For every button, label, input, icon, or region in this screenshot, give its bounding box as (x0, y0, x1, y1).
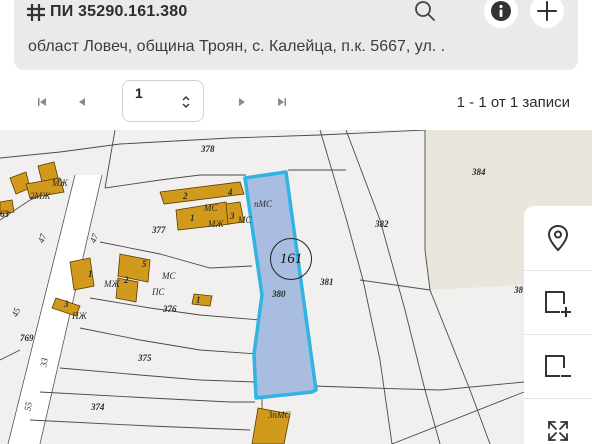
map-label: 378 (201, 144, 215, 154)
building-label: МЖ (52, 178, 68, 188)
first-page-button[interactable] (32, 92, 52, 112)
building-label: 1 (196, 295, 201, 305)
building-label: 3 (64, 299, 69, 309)
building-label: ПЖ (72, 311, 87, 321)
building-label: 2МЖ (30, 191, 51, 201)
select-add-icon (545, 290, 571, 317)
building-label: 4 (228, 187, 233, 197)
property-address: област Ловеч, община Троян, с. Калейца, … (28, 38, 446, 55)
next-page-button[interactable] (232, 92, 252, 112)
last-page-button[interactable] (272, 92, 292, 112)
building-label: МС (204, 203, 218, 213)
previous-page-button[interactable] (72, 92, 92, 112)
chevron-up-down-icon (181, 95, 191, 114)
map-label: 375 (138, 353, 152, 363)
expand-icon (548, 420, 568, 441)
last-page-icon (278, 98, 286, 106)
map-label: 55 (22, 401, 34, 412)
next-page-icon (239, 98, 245, 106)
building-label: МЖ (208, 219, 224, 229)
add-to-selection-button[interactable] (524, 270, 592, 334)
cadastral-map[interactable]: 378 384 382 381 380 377 376 375 374 769 … (0, 130, 592, 444)
cadastre-layer (0, 130, 592, 444)
plus-icon (537, 1, 557, 21)
info-icon (491, 1, 511, 21)
building-label: ПС (152, 287, 165, 297)
building-label: 5 (142, 259, 147, 269)
map-label: 380 (272, 289, 286, 299)
building-label: МС (162, 271, 176, 281)
property-title-row: ПИ 35290.161.380 (26, 0, 187, 24)
map-label: 377 (152, 225, 166, 235)
building-label: МС (238, 215, 252, 225)
building-label: 1 (88, 269, 93, 279)
first-page-icon (38, 98, 46, 106)
building-label: пМС (254, 199, 272, 209)
map-label: 38 (514, 285, 523, 295)
property-title: ПИ 35290.161.380 (50, 3, 188, 20)
map-label: 33 (38, 357, 50, 368)
page-select-value: 1 (135, 85, 143, 101)
previous-page-icon (79, 98, 85, 106)
remove-from-selection-button[interactable] (524, 334, 592, 398)
map-label: 374 (91, 402, 105, 412)
building-label: МЖ (104, 279, 120, 289)
map-label: 384 (472, 167, 486, 177)
building-label: 3пМС (268, 410, 291, 420)
cadastre-grid-icon (26, 3, 46, 21)
property-header: ПИ 35290.161.380 област Ловеч, община Тр… (0, 0, 592, 130)
map-label: 769 (20, 333, 34, 343)
map-label: 381 (320, 277, 334, 287)
building-label: 3 (230, 211, 235, 221)
building-label: 2 (124, 275, 129, 285)
pagination-bar: 1 1 - 1 от 1 записи (0, 80, 592, 124)
fullscreen-button[interactable] (524, 398, 592, 444)
building-label: 2 (183, 191, 188, 201)
page-select[interactable]: 1 (122, 80, 204, 122)
search-icon (415, 1, 435, 21)
map-label: 382 (375, 219, 389, 229)
map-label: 63 (0, 209, 9, 219)
map-label: 376 (163, 304, 177, 314)
records-count: 1 - 1 от 1 записи (456, 94, 570, 111)
parcel-id-badge: 161 (270, 238, 312, 280)
location-pin-icon (547, 224, 569, 252)
locate-button[interactable] (524, 206, 592, 270)
building-label: 1 (190, 213, 195, 223)
select-remove-icon (545, 354, 571, 377)
